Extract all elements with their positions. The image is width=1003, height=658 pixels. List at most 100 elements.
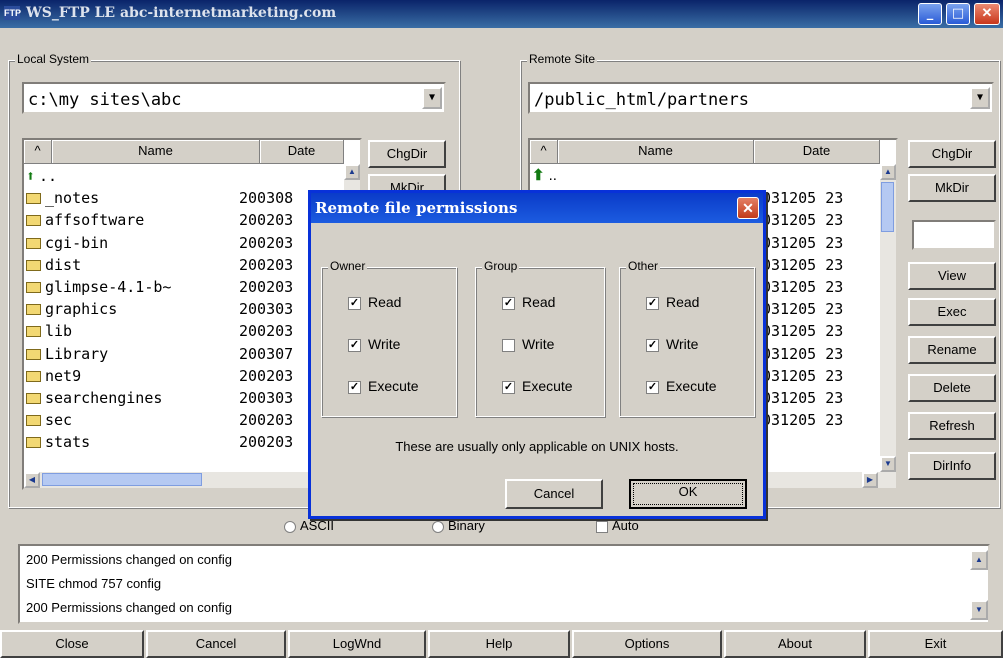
remote-file-date[interactable]: 031205 23 — [762, 233, 843, 253]
group-read-checkbox[interactable]: ✓ Read — [502, 294, 555, 310]
scroll-up-icon[interactable]: ▲ — [344, 164, 360, 180]
exit-button[interactable]: Exit — [868, 630, 1003, 658]
group-execute-checkbox[interactable]: ✓ Execute — [502, 378, 573, 394]
local-sort-header[interactable]: ^ — [24, 140, 52, 164]
remote-name-header[interactable]: Name — [558, 140, 754, 164]
remote-refresh-button[interactable]: Refresh — [908, 412, 996, 440]
remote-file-date[interactable]: 031205 23 — [762, 321, 843, 341]
other-read-checkbox[interactable]: ✓ Read — [646, 294, 699, 310]
remote-rename-button[interactable]: Rename — [908, 336, 996, 364]
checkbox-icon — [502, 338, 515, 352]
file-row[interactable]: affsoftware 200203 — [24, 210, 342, 230]
local-date-header[interactable]: Date — [260, 140, 344, 164]
local-chgdir-button[interactable]: ChgDir — [368, 140, 446, 168]
remote-parent-row[interactable]: ⬆.. — [530, 166, 557, 186]
binary-radio[interactable]: Binary — [432, 518, 485, 533]
remote-site-legend: Remote Site — [527, 52, 598, 66]
local-name-header[interactable]: Name — [52, 140, 260, 164]
scroll-up-icon[interactable]: ▲ — [880, 164, 896, 180]
file-row[interactable]: stats 200203 — [24, 432, 342, 452]
file-row[interactable]: searchengines 200303 — [24, 388, 342, 408]
remote-file-date[interactable]: 031205 23 — [762, 255, 843, 275]
scroll-down-icon[interactable]: ▼ — [880, 456, 896, 472]
help-button[interactable]: Help — [428, 630, 570, 658]
folder-icon — [26, 282, 41, 293]
chevron-down-icon[interactable]: ▼ — [970, 87, 990, 109]
group-write-checkbox[interactable]: Write — [502, 336, 554, 352]
close-icon[interactable]: ✕ — [974, 3, 1000, 25]
remote-chgdir-button[interactable]: ChgDir — [908, 140, 996, 168]
remote-file-date[interactable]: 031205 23 — [762, 277, 843, 297]
file-name: sec — [45, 411, 73, 430]
checkbox-label: Read — [666, 294, 700, 310]
scroll-down-icon[interactable]: ▼ — [970, 600, 988, 620]
log-window[interactable]: 200 Permissions changed on config SITE c… — [18, 544, 990, 624]
remote-text-field[interactable] — [912, 220, 996, 250]
close-icon[interactable]: ✕ — [737, 197, 759, 219]
dialog-title: Remote file permissions ✕ — [311, 193, 763, 223]
file-name: stats — [45, 433, 91, 452]
folder-icon — [26, 437, 41, 449]
chevron-down-icon[interactable]: ▼ — [422, 87, 442, 109]
scroll-thumb[interactable] — [42, 473, 202, 486]
ok-button[interactable]: OK — [629, 479, 747, 509]
remote-path-combo[interactable]: /public_html/partners ▼ — [528, 82, 994, 114]
remote-file-date[interactable]: 031205 23 — [762, 344, 843, 364]
remote-view-button[interactable]: View — [908, 262, 996, 290]
file-name: glimpse-4.1-b~ — [45, 278, 172, 296]
about-button[interactable]: About — [724, 630, 866, 658]
remote-file-date[interactable]: 031205 23 — [762, 188, 843, 208]
file-row[interactable]: lib 200203 — [24, 321, 342, 341]
checkbox-label: Execute — [522, 378, 573, 394]
app-icon: FTP — [4, 6, 21, 20]
scroll-right-icon[interactable]: ▶ — [862, 472, 878, 488]
minimize-icon[interactable]: _ — [918, 3, 942, 25]
file-row[interactable]: sec 200203 — [24, 410, 342, 430]
file-row[interactable]: _notes 200308 — [24, 188, 342, 208]
remote-file-date[interactable]: 031205 23 — [762, 388, 843, 408]
remote-file-date[interactable]: 031205 23 — [762, 366, 843, 386]
file-name: lib — [45, 322, 73, 341]
ascii-radio[interactable]: ASCII — [284, 518, 334, 533]
cancel-button[interactable]: Cancel — [505, 479, 603, 509]
logwnd-button[interactable]: LogWnd — [288, 630, 426, 658]
remote-date-header[interactable]: Date — [754, 140, 880, 164]
title-bar: FTP WS_FTP LE abc-internetmarketing.com … — [0, 0, 1003, 28]
remote-file-date[interactable]: 031205 23 — [762, 299, 843, 319]
file-row[interactable]: net9 200203 — [24, 366, 342, 386]
folder-icon — [26, 415, 41, 427]
other-execute-checkbox[interactable]: ✓ Execute — [646, 378, 717, 394]
remote-dirinfo-button[interactable]: DirInfo — [908, 452, 996, 480]
local-system-legend: Local System — [15, 52, 92, 66]
owner-write-checkbox[interactable]: ✓ Write — [348, 336, 400, 352]
scroll-left-icon[interactable]: ◀ — [24, 472, 40, 488]
remote-path-value: /public_html/partners — [534, 90, 749, 110]
cancel-button[interactable]: Cancel — [146, 630, 286, 658]
file-row[interactable]: graphics 200303 — [24, 299, 342, 319]
remote-mkdir-button[interactable]: MkDir — [908, 174, 996, 202]
file-row[interactable]: glimpse-4.1-b~ 200203 — [24, 277, 342, 297]
close-button[interactable]: Close — [0, 630, 144, 658]
owner-execute-checkbox[interactable]: ✓ Execute — [348, 378, 419, 394]
checkbox-label: Write — [368, 336, 401, 352]
file-row[interactable]: dist 200203 — [24, 255, 342, 275]
remote-sort-header[interactable]: ^ — [530, 140, 558, 164]
file-date: 200203 — [239, 211, 294, 230]
remote-exec-button[interactable]: Exec — [908, 298, 996, 326]
file-row[interactable]: ⬆.. — [24, 166, 342, 186]
local-path-combo[interactable]: c:\my sites\abc ▼ — [22, 82, 446, 114]
remote-file-date[interactable]: 031205 23 — [762, 410, 843, 430]
remote-file-date[interactable]: 031205 23 — [762, 210, 843, 230]
scroll-thumb[interactable] — [881, 182, 894, 232]
remote-delete-button[interactable]: Delete — [908, 374, 996, 402]
file-row[interactable]: Library 200307 — [24, 344, 342, 364]
file-row[interactable]: cgi-bin 200203 — [24, 233, 342, 253]
options-button[interactable]: Options — [572, 630, 722, 658]
auto-checkbox[interactable]: Auto — [596, 518, 639, 533]
scroll-up-icon[interactable]: ▲ — [970, 550, 988, 570]
owner-read-checkbox[interactable]: ✓ Read — [348, 294, 401, 310]
remote-vertical-scrollbar[interactable]: ▲ ▼ — [880, 164, 896, 472]
file-name: searchengines — [45, 389, 163, 407]
other-write-checkbox[interactable]: ✓ Write — [646, 336, 698, 352]
maximize-icon[interactable]: □ — [946, 3, 970, 25]
